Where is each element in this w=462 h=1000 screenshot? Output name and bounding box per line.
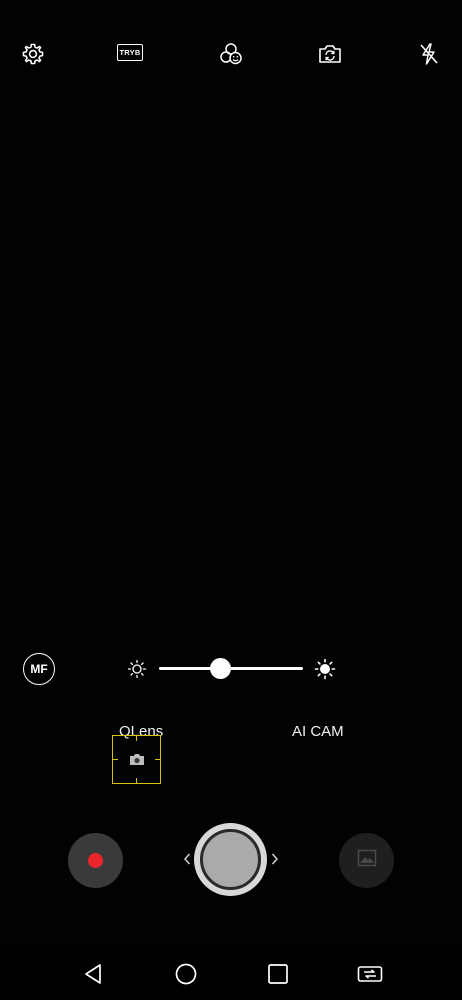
mode-button[interactable]: TRYB: [117, 44, 143, 61]
home-icon[interactable]: [173, 961, 199, 987]
chevron-right-icon[interactable]: [270, 851, 280, 867]
back-icon[interactable]: [81, 961, 107, 987]
shutter-icon: [200, 829, 261, 890]
flash-off-icon[interactable]: [415, 40, 443, 68]
focus-frame: [112, 735, 161, 784]
brightness-low-icon: [126, 658, 148, 680]
filter-icon[interactable]: [217, 40, 245, 68]
top-toolbar: TRYB: [0, 30, 462, 78]
rotate-screen-icon[interactable]: [357, 961, 383, 987]
settings-icon[interactable]: [19, 40, 47, 68]
manual-focus-label: MF: [30, 662, 48, 676]
chevron-left-icon[interactable]: [182, 851, 192, 867]
record-icon: [88, 853, 103, 868]
manual-focus-button[interactable]: MF: [23, 653, 55, 685]
brightness-high-icon: [314, 658, 336, 680]
record-button[interactable]: [68, 833, 123, 888]
camera-screen: TRYB MF QLens AI CAM: [0, 0, 462, 1000]
gallery-icon: [357, 849, 377, 872]
mode-label: TRYB: [119, 48, 141, 57]
recents-icon[interactable]: [265, 961, 291, 987]
mode-ai-cam[interactable]: AI CAM: [292, 723, 344, 740]
shutter-button[interactable]: [194, 823, 267, 896]
navigation-bar: [0, 946, 462, 1000]
camera-icon: [129, 753, 145, 766]
exposure-slider-thumb[interactable]: [210, 658, 232, 679]
gallery-button[interactable]: [339, 833, 394, 888]
switch-camera-icon[interactable]: [316, 40, 344, 68]
